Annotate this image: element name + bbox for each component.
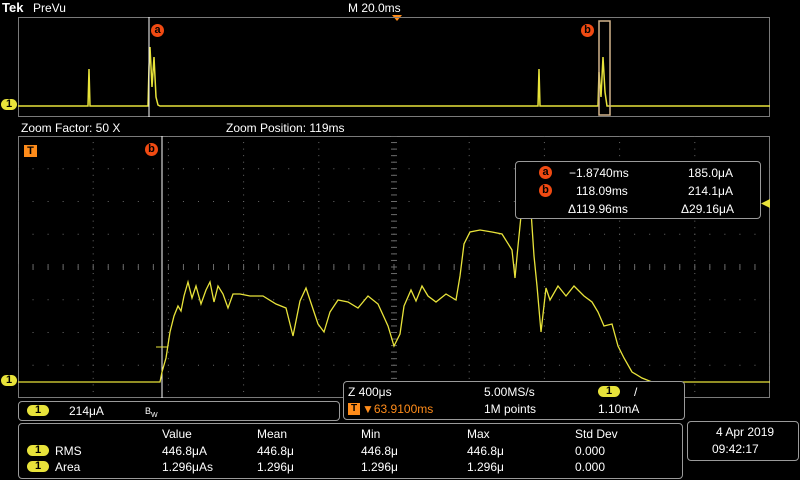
cursor-delta-time: Δ119.96ms (568, 202, 628, 216)
trigger-point-marker: T (24, 145, 37, 157)
zoom-time-scale: Z 400μs (348, 385, 392, 399)
readout-cursor-b-icon: b (539, 184, 552, 197)
measurement-value: 446.8μ (361, 444, 398, 458)
acquisition-mode: PreVu (33, 1, 66, 15)
cursor-b-value: 214.1μA (688, 184, 733, 198)
measurement-value: 446.8μ (257, 444, 294, 458)
time: 09:42:17 (712, 442, 759, 456)
measurement-name: Area (55, 460, 81, 474)
trigger-level: 1.10mA (598, 402, 640, 416)
cursor-a-time: −1.8740ms (569, 166, 629, 180)
overview-channel1-marker: 1 (1, 99, 17, 110)
channel1-vertical-scale: 214μA (69, 404, 104, 418)
measurement-value: 0.000 (575, 460, 606, 474)
main-timebase[interactable]: M 20.0ms (348, 1, 401, 15)
overview-cursor-a-marker[interactable]: a (151, 24, 164, 37)
bandwidth-limit-indicator: BW (145, 406, 158, 419)
zoom-cursor-b-marker[interactable]: b (145, 143, 158, 156)
measurement-header: Value (162, 427, 192, 441)
measurement-header: Std Dev (575, 427, 618, 441)
cursor-delta-value: Δ29.16μA (681, 202, 734, 216)
cursor-a-value: 185.0μA (688, 166, 733, 180)
brand-logo: Tek (2, 0, 24, 15)
readout-pointer-icon (761, 199, 770, 208)
channel1-scale-box[interactable]: 1 214μA BW (18, 401, 340, 421)
cursor-readout: a −1.8740ms 185.0μA b 118.09ms 214.1μA Δ… (515, 161, 761, 219)
trigger-source-badge: 1 (598, 386, 620, 397)
zoom-factor: Zoom Factor: 50 X (21, 121, 121, 135)
measurement-value: 446.8μA (162, 444, 207, 458)
overview-window[interactable] (18, 17, 770, 117)
measurement-value: 1.296μ (361, 460, 398, 474)
measurement-header: Mean (257, 427, 288, 441)
datetime-box: 4 Apr 2019 09:42:17 (687, 421, 799, 461)
zoom-position: Zoom Position: 119ms (226, 121, 345, 135)
trigger-slope-icon: / (634, 385, 638, 399)
cursor-b-time: 118.09ms (576, 184, 628, 198)
measurement-value: 0.000 (575, 444, 606, 458)
date: 4 Apr 2019 (716, 425, 775, 439)
record-length: 1M points (484, 402, 537, 416)
zoom-channel1-marker: 1 (1, 375, 17, 386)
measurement-table[interactable]: Value Mean Min Max Std Dev 1 RMS 446.8μA 446.8μ 4… (18, 423, 683, 479)
overview-waveform (18, 17, 770, 117)
measurement-channel-badge: 1 (27, 445, 49, 456)
measurement-channel-badge: 1 (27, 461, 49, 472)
measurement-value: 1.296μAs (162, 460, 213, 474)
measurement-header: Max (467, 427, 490, 441)
readout-cursor-a-icon: a (539, 166, 552, 179)
trigger-position: ▼63.9100ms (362, 402, 434, 416)
acquisition-settings[interactable]: Z 400μs 5.00MS/s 1 / T ▼63.9100ms 1M poi… (343, 381, 685, 420)
measurement-value: 446.8μ (467, 444, 504, 458)
sample-rate: 5.00MS/s (484, 385, 535, 399)
measurement-header: Min (361, 427, 381, 441)
trigger-position-icon: T (348, 403, 360, 415)
overview-cursor-b-marker[interactable]: b (581, 24, 594, 37)
measurement-value: 1.296μ (467, 460, 504, 474)
measurement-value: 1.296μ (257, 460, 294, 474)
channel1-badge: 1 (27, 405, 49, 416)
measurement-name: RMS (55, 444, 82, 458)
